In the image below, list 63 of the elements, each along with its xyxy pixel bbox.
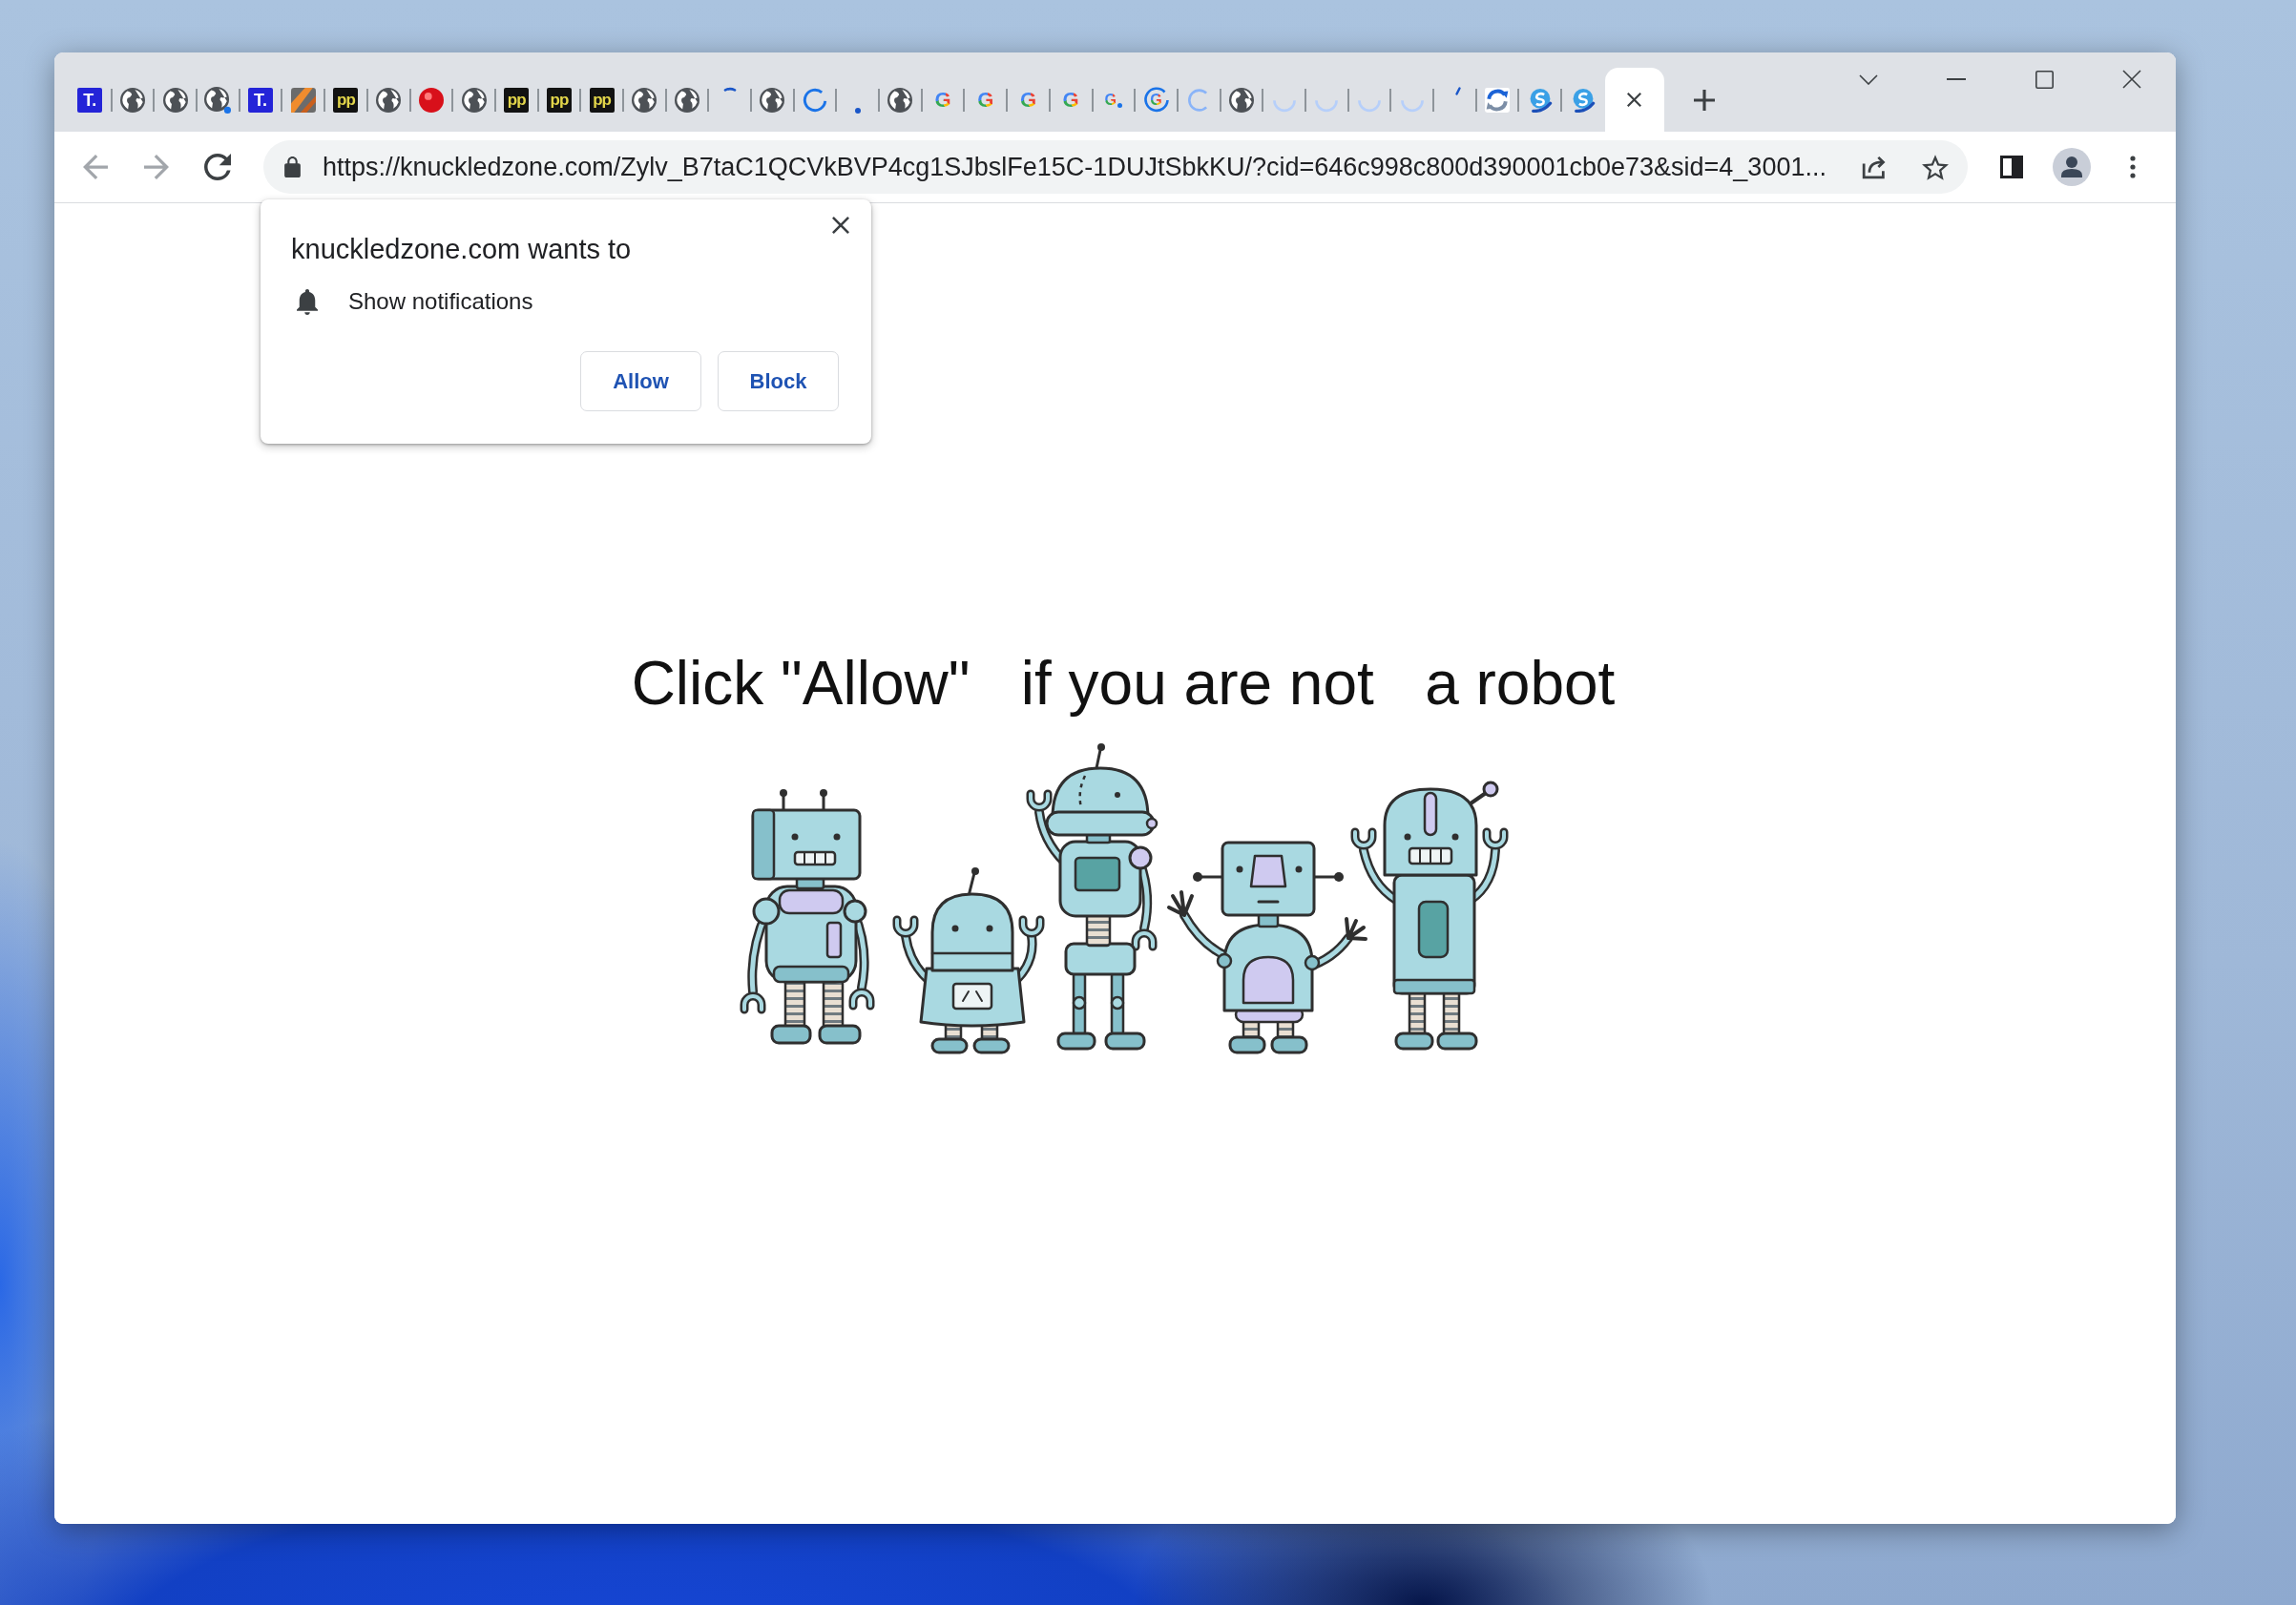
tab[interactable]: pp (538, 68, 580, 132)
share-icon (1861, 155, 1888, 179)
close-icon (1627, 93, 1642, 107)
minimize-icon (1947, 78, 1966, 80)
spinner-icon (1455, 87, 1462, 95)
globe-icon (376, 87, 402, 113)
back-icon (83, 155, 108, 179)
maximize-icon (2035, 70, 2054, 89)
tab[interactable]: pp (581, 68, 622, 132)
globe-icon (120, 87, 146, 113)
globe-icon (461, 87, 487, 113)
spinner-icon (1399, 98, 1425, 113)
menu-icon (2130, 156, 2136, 178)
bell-icon (297, 288, 318, 315)
close-icon (2122, 70, 2141, 89)
star-icon (1922, 154, 1949, 180)
address-bar[interactable]: https://knuckledzone.com/Zylv_B7taC1QCVkBVP4cg1SJbslFe15C-1DUJtSbkKU/?cid=646c998c800d390001cb0e73&sid=4_3001... (263, 140, 1968, 194)
site-logo: G (1150, 92, 1162, 108)
tab[interactable]: T. (240, 68, 282, 132)
site-logo: pp (333, 87, 359, 113)
globe-icon (760, 87, 785, 113)
dot-icon (854, 107, 861, 114)
swirl-icon (1571, 87, 1597, 113)
image-icon (290, 87, 316, 113)
tab[interactable]: pp (325, 68, 366, 132)
allow-button[interactable]: Allow (580, 351, 701, 411)
circular-arrows-icon (1485, 87, 1511, 113)
globe-icon (632, 87, 657, 113)
reload-icon (204, 154, 231, 180)
profile-button[interactable] (2051, 146, 2093, 188)
url-text[interactable]: https://knuckledzone.com/Zylv_B7taC1QCVkBVP4cg1SJbslFe15C-1DUJtSbkKU/?cid=646c998c800d390001cb0e73&sid=4_3001... (323, 151, 1826, 183)
close-icon (832, 217, 849, 234)
spinner-icon (1141, 85, 1171, 115)
avatar-icon (2053, 148, 2091, 186)
tab[interactable]: pp (495, 68, 537, 132)
globe-icon (887, 87, 913, 113)
spinner-icon (803, 87, 828, 113)
spinner-icon (1314, 98, 1340, 113)
site-logo: T. (77, 87, 103, 113)
site-logo: pp (589, 87, 615, 113)
spinner-icon (722, 87, 737, 92)
dot-icon (1117, 102, 1123, 108)
site-logo: pp (546, 87, 572, 113)
globe-icon (674, 87, 699, 113)
block-button[interactable]: Block (718, 351, 839, 411)
site-logo: G (1104, 92, 1117, 108)
spinner-icon (1271, 98, 1297, 113)
globe-icon (1228, 87, 1254, 113)
site-logo: pp (504, 87, 530, 113)
site-logo: T. (248, 87, 274, 113)
permission-label: Show notifications (348, 287, 533, 316)
lock-icon (284, 156, 301, 177)
forward-icon (144, 155, 169, 179)
popup-title: knuckledzone.com wants to (291, 233, 632, 265)
chevron-down-icon (1859, 73, 1878, 85)
tab[interactable]: T. (70, 68, 111, 132)
dot-icon (418, 87, 444, 113)
plus-icon (1693, 89, 1715, 111)
spinner-icon (1356, 98, 1382, 113)
headline: Click "Allow" if you are not a robot (631, 649, 1616, 718)
globe-icon (162, 87, 188, 113)
globe-icon (204, 86, 232, 114)
side-panel-icon (2000, 156, 2023, 178)
